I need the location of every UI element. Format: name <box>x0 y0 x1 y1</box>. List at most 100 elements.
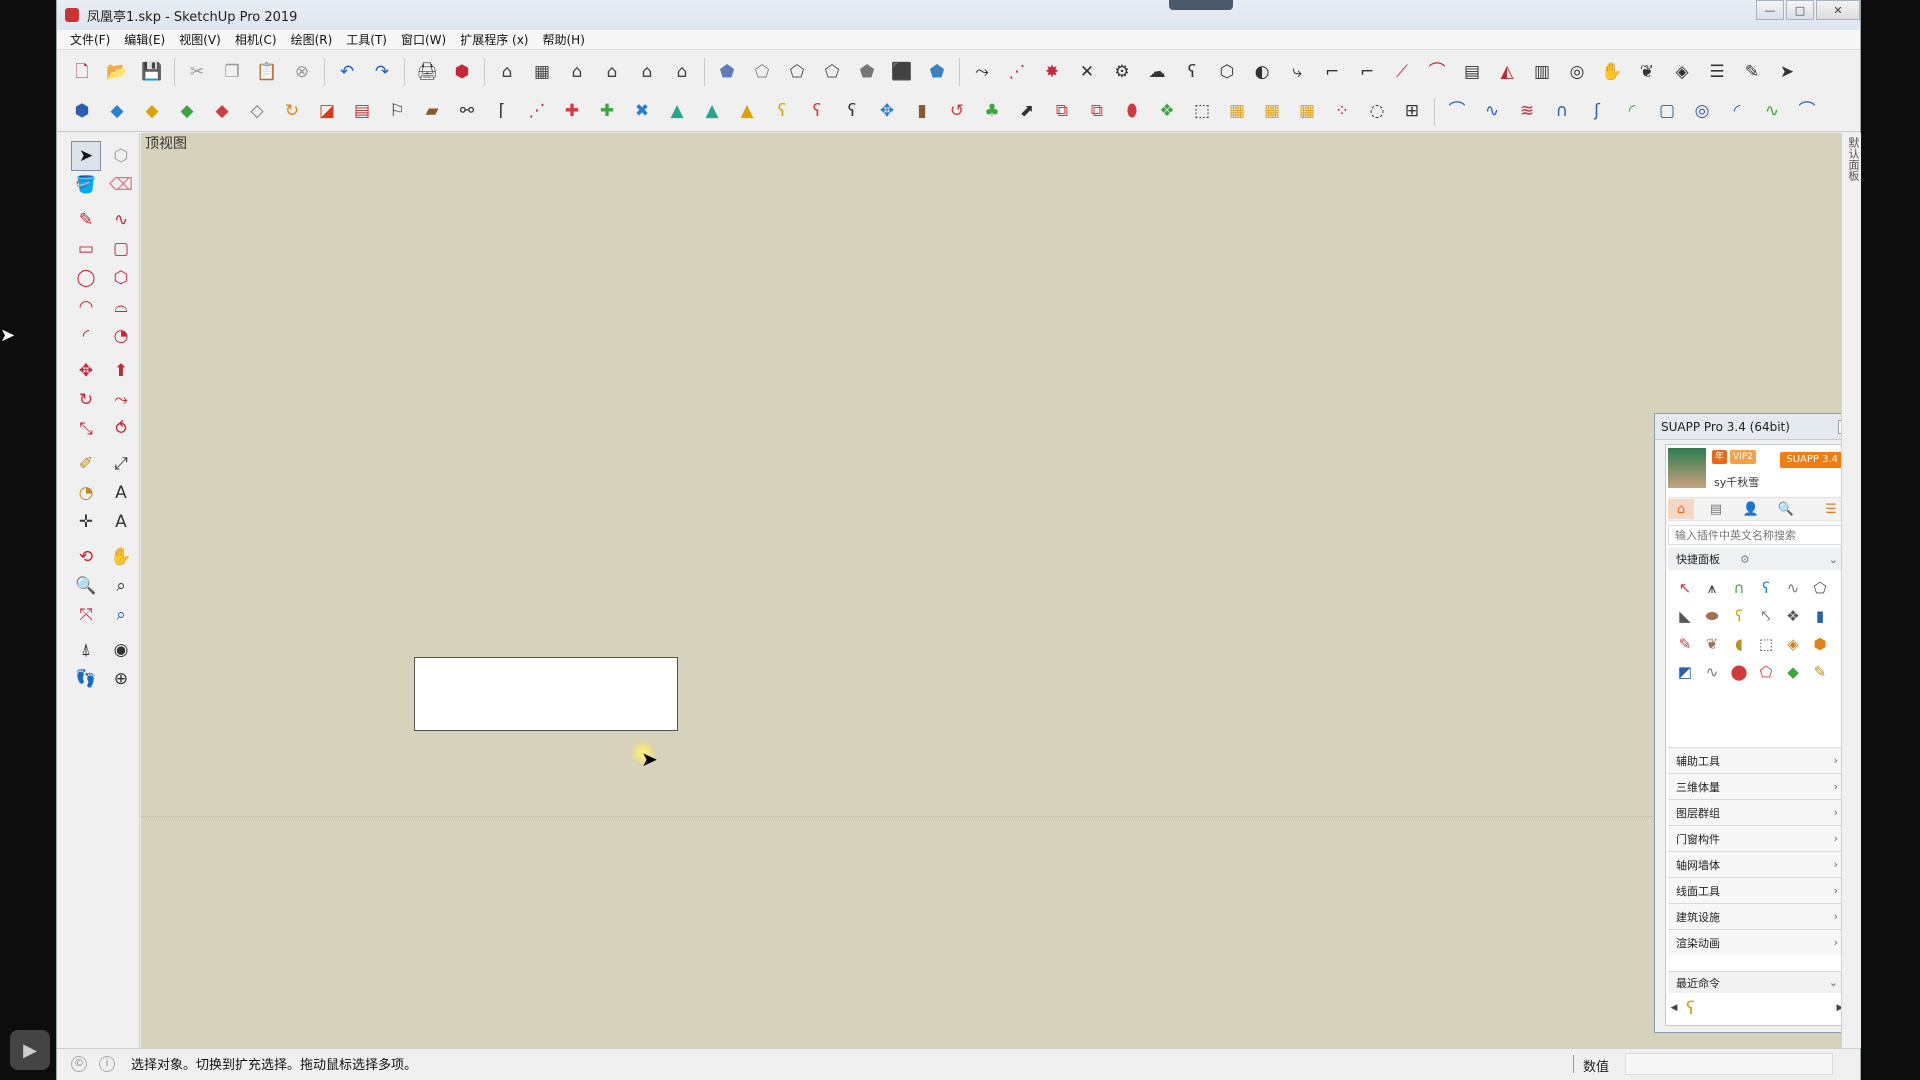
two-point-arc-icon[interactable]: ⌓ <box>106 292 136 322</box>
sandbox-icon[interactable]: ✸ <box>1039 59 1065 85</box>
square-red-icon[interactable]: ◪ <box>314 99 340 125</box>
back-edges-icon[interactable]: ⬠ <box>749 59 775 85</box>
open-icon[interactable]: 📂 <box>104 59 130 85</box>
array-icon[interactable]: ⊞ <box>1399 99 1425 125</box>
category-item[interactable]: 三维体量 › <box>1668 773 1846 799</box>
recent-tool-icon[interactable]: ʕ <box>1686 998 1695 1019</box>
print-icon[interactable]: 🖨 <box>414 59 440 85</box>
split-icon[interactable]: ◐ <box>1249 59 1275 85</box>
quick-tool-icon[interactable]: ✎ <box>1807 659 1833 685</box>
quick-tool-icon[interactable]: ❦ <box>1699 631 1725 657</box>
chevron-down-icon[interactable]: ⌄ <box>1829 976 1838 989</box>
top-view-icon[interactable]: ▦ <box>529 59 555 85</box>
gear-shape-icon[interactable]: ⚙ <box>1109 59 1135 85</box>
green-arc-icon[interactable]: ◜ <box>1619 99 1645 125</box>
close-button[interactable]: ✕ <box>1816 0 1860 20</box>
plane-green-icon[interactable]: ◆ <box>174 99 200 125</box>
line-tool-icon[interactable]: ✎ <box>71 205 101 235</box>
shaded-icon[interactable]: ⬟ <box>854 59 880 85</box>
quick-tool-icon[interactable]: ❖ <box>1780 603 1806 629</box>
loop-icon[interactable]: ʕ <box>839 99 865 125</box>
quick-tool-icon[interactable]: ʕ <box>1753 575 1779 601</box>
move-tool-icon[interactable]: ✥ <box>71 356 101 386</box>
slice-icon[interactable]: ◭ <box>1494 59 1520 85</box>
scale-tool-icon[interactable]: ⤡ <box>71 414 101 444</box>
quick-tool-icon[interactable]: ◣ <box>1672 603 1698 629</box>
paint-icon[interactable]: ⬮ <box>1119 99 1145 125</box>
menu-item[interactable]: 扩展程序 (x) <box>460 31 528 48</box>
intersect-icon[interactable]: ✕ <box>1074 59 1100 85</box>
rectangle-face[interactable] <box>414 657 678 731</box>
cone-stack-icon[interactable]: ▲ <box>699 99 725 125</box>
s-curve-icon[interactable]: ʃ <box>1584 99 1610 125</box>
wireframe-icon[interactable]: ⬠ <box>784 59 810 85</box>
make-component-icon[interactable]: ⬡ <box>106 141 136 171</box>
window-icon[interactable]: ▤ <box>349 99 375 125</box>
save-icon[interactable]: 💾 <box>139 59 165 85</box>
offset-tool-icon[interactable]: ⥀ <box>106 414 136 444</box>
tape-measure-icon[interactable]: ✐ <box>71 449 101 479</box>
category-item[interactable]: 轴网墙体 › <box>1668 851 1846 877</box>
polyline-icon[interactable]: ⋰ <box>1004 59 1030 85</box>
suapp-version-badge[interactable]: SUAPP 3.4 <box>1780 452 1844 468</box>
recent-commands-header[interactable]: 最近命令 ⌄ <box>1668 971 1846 993</box>
menu-item[interactable]: 编辑(E) <box>124 31 165 48</box>
pyramid-icon[interactable]: ▲ <box>734 99 760 125</box>
previous-view-icon[interactable]: ⌕ <box>106 600 136 630</box>
category-item[interactable]: 建筑设施 › <box>1668 903 1846 929</box>
three-point-arc-icon[interactable]: ◜ <box>71 321 101 351</box>
chamfer-icon[interactable]: ⌐ <box>1354 59 1380 85</box>
protractor-icon[interactable]: ◔ <box>71 478 101 508</box>
pen-icon[interactable]: ✎ <box>1739 59 1765 85</box>
front-view-icon[interactable]: ⌂ <box>564 59 590 85</box>
redo-icon[interactable]: ↷ <box>369 59 395 85</box>
quick-tool-icon[interactable]: ⬚ <box>1753 631 1779 657</box>
walk-tool-icon[interactable]: 👣 <box>71 664 101 694</box>
menu-item[interactable]: 绘图(R) <box>291 31 333 48</box>
solid-icon[interactable]: ⬡ <box>1214 59 1240 85</box>
axes-tool-icon[interactable]: ✛ <box>71 507 101 537</box>
rectangle-tool-icon[interactable]: ▭ <box>71 234 101 264</box>
n-curve-icon[interactable]: ∩ <box>1549 99 1575 125</box>
pattern-icon[interactable]: ❖ <box>1154 99 1180 125</box>
rotated-rect-icon[interactable]: ▢ <box>106 234 136 264</box>
quick-tool-icon[interactable]: ▮ <box>1807 603 1833 629</box>
layers-icon[interactable]: ☰ <box>1704 59 1730 85</box>
pan-tool-icon[interactable]: ✋ <box>106 542 136 572</box>
grid-yellow-2-icon[interactable]: ▦ <box>1259 99 1285 125</box>
cone-icon[interactable]: ▲ <box>664 99 690 125</box>
quick-tool-icon[interactable]: ∿ <box>1699 659 1725 685</box>
quick-tool-icon[interactable]: ⬤ <box>1726 659 1752 685</box>
paste-icon[interactable]: 📋 <box>254 59 280 85</box>
select-tool-icon[interactable]: ➤ <box>71 141 101 171</box>
back-view-icon[interactable]: ⌂ <box>634 59 660 85</box>
category-item[interactable]: 图层群组 › <box>1668 799 1846 825</box>
zoom-tool-icon[interactable]: 🔍 <box>71 571 101 601</box>
chevron-down-icon[interactable]: ⌄ <box>1829 553 1838 566</box>
quick-panel-header[interactable]: 快捷面板 ⚙ ⌄ <box>1668 548 1846 570</box>
curve-tool-icon[interactable]: ⌈ <box>489 99 515 125</box>
pie-tool-icon[interactable]: ◔ <box>106 321 136 351</box>
menu-item[interactable]: 工具(T) <box>346 31 387 48</box>
frame-icon[interactable]: ⬚ <box>1189 99 1215 125</box>
quick-tool-icon[interactable]: ⬠ <box>1807 575 1833 601</box>
maximize-button[interactable]: □ <box>1786 0 1814 20</box>
green-line-icon[interactable]: ∿ <box>1759 99 1785 125</box>
split-box-icon[interactable]: ⧉ <box>1084 99 1110 125</box>
shell-icon[interactable]: ☁ <box>1144 59 1170 85</box>
section-plane-icon[interactable]: ⊕ <box>106 664 136 694</box>
fillet-icon[interactable]: ⌐ <box>1319 59 1345 85</box>
box-icon[interactable]: ▰ <box>419 99 445 125</box>
plane-blue-icon[interactable]: ◆ <box>104 99 130 125</box>
dimension-icon[interactable]: ⤢ <box>106 449 136 479</box>
cut-plane-icon[interactable]: ◈ <box>1669 59 1695 85</box>
merge-icon[interactable]: ⧉ <box>1049 99 1075 125</box>
arc-2-icon[interactable]: ◜ <box>1724 99 1750 125</box>
quick-tool-icon[interactable]: ⬠ <box>1753 659 1779 685</box>
left-view-icon[interactable]: ⌂ <box>669 59 695 85</box>
eraser-icon[interactable]: ⌫ <box>106 170 136 200</box>
avatar[interactable] <box>1668 448 1706 488</box>
minimize-button[interactable]: — <box>1756 0 1784 20</box>
measurements-input[interactable] <box>1625 1053 1833 1075</box>
rotate-tool-icon[interactable]: ↻ <box>71 385 101 415</box>
